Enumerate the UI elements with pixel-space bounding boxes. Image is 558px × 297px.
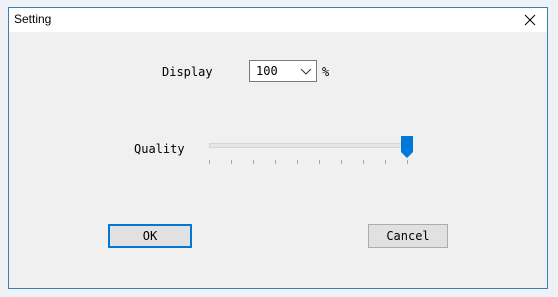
slider-tick	[363, 160, 364, 164]
slider-tick	[297, 160, 298, 164]
display-unit-label: %	[322, 65, 330, 79]
slider-tick	[319, 160, 320, 164]
quality-slider[interactable]	[207, 134, 417, 164]
display-label: Display	[162, 65, 213, 79]
quality-label: Quality	[134, 142, 185, 156]
slider-tick	[209, 160, 210, 164]
display-select-value: 100	[256, 64, 278, 78]
slider-tick	[407, 160, 408, 164]
title-bar: Setting	[9, 8, 547, 32]
slider-tick	[341, 160, 342, 164]
display-select[interactable]: 100	[249, 60, 317, 82]
slider-tick	[385, 160, 386, 164]
screen-background: Setting Display 100 % Quality OK Cancel	[0, 0, 558, 297]
close-icon	[524, 14, 536, 26]
ok-button[interactable]: OK	[108, 224, 192, 248]
slider-track	[209, 143, 409, 148]
cancel-button[interactable]: Cancel	[368, 224, 448, 248]
slider-tick	[253, 160, 254, 164]
slider-thumb[interactable]	[401, 136, 413, 158]
window-title: Setting	[14, 12, 52, 26]
slider-tick	[275, 160, 276, 164]
slider-tick	[231, 160, 232, 164]
close-button[interactable]	[513, 8, 547, 32]
chevron-down-icon	[300, 68, 312, 75]
settings-dialog: Setting Display 100 % Quality OK Cancel	[8, 7, 548, 289]
